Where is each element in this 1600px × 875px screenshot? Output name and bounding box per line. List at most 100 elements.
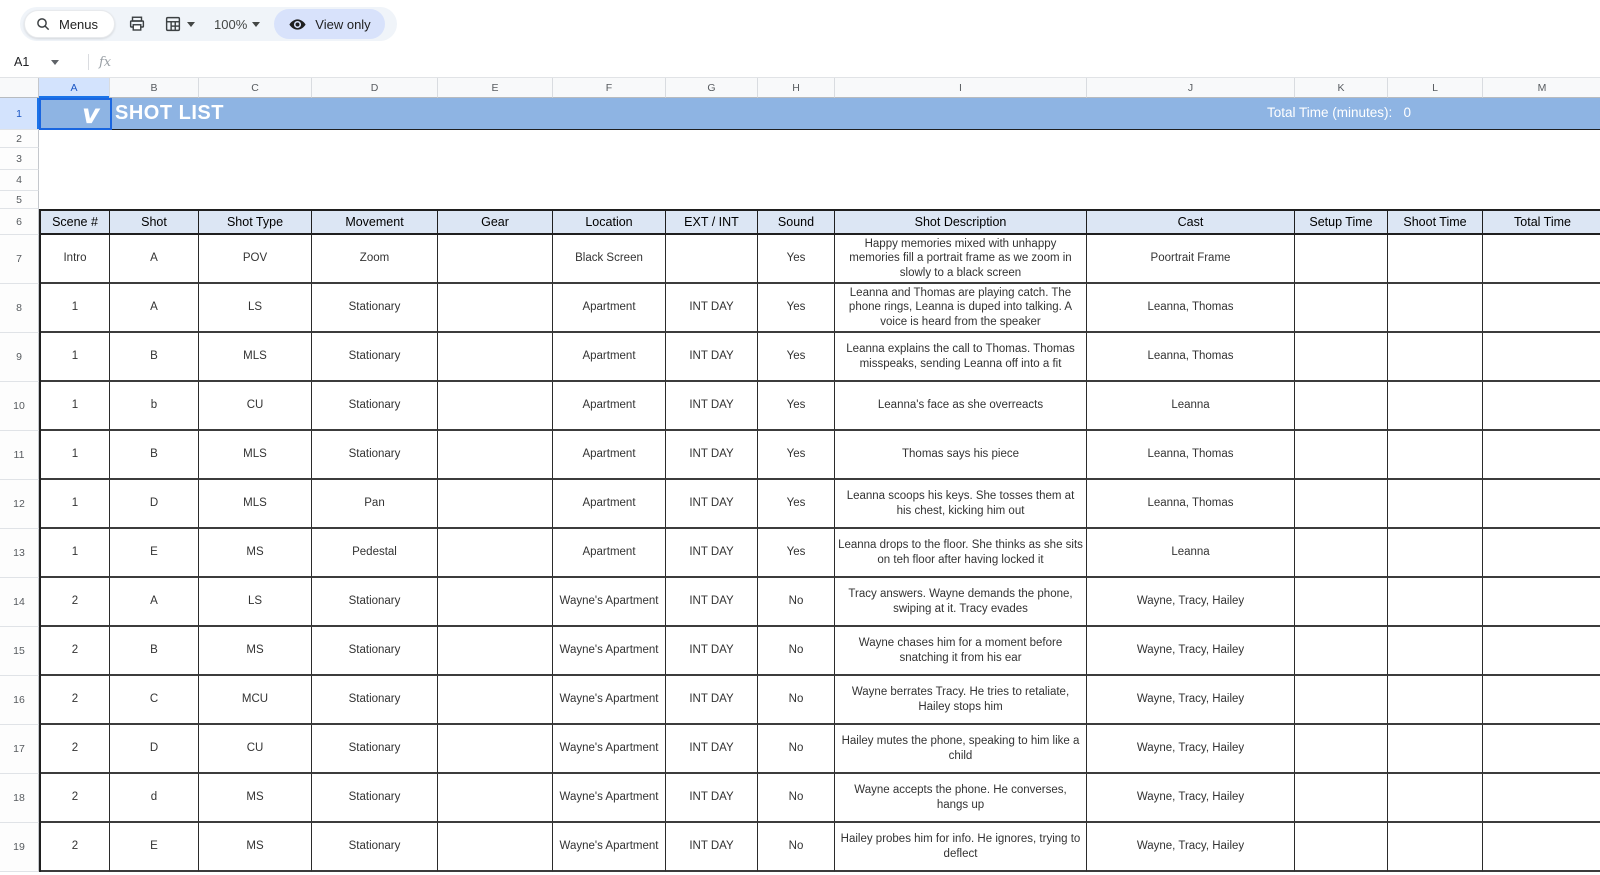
table-cell[interactable]: Apartment	[553, 284, 666, 333]
table-header-cell[interactable]: Shot Description	[835, 211, 1087, 235]
table-cell[interactable]: Yes	[758, 333, 835, 382]
table-cell[interactable]: LS	[199, 578, 312, 627]
table-cell[interactable]: INT DAY	[666, 480, 758, 529]
table-header-cell[interactable]: Cast	[1087, 211, 1295, 235]
row-header-1[interactable]: 1	[0, 98, 39, 130]
table-cell[interactable]	[1388, 627, 1483, 676]
table-cell[interactable]: Pedestal	[312, 529, 438, 578]
table-cell[interactable]: Leanna explains the call to Thomas. Thom…	[835, 333, 1087, 382]
row-header-2[interactable]: 2	[0, 130, 39, 148]
table-cell[interactable]	[1388, 235, 1483, 284]
table-cell[interactable]	[1295, 676, 1388, 725]
table-cell[interactable]: MLS	[199, 431, 312, 480]
table-cell[interactable]: Leanna's face as she overreacts	[835, 382, 1087, 431]
row-header-3[interactable]: 3	[0, 148, 39, 170]
table-cell[interactable]	[438, 284, 553, 333]
row-header-4[interactable]: 4	[0, 170, 39, 191]
table-cell[interactable]: MCU	[199, 676, 312, 725]
table-cell[interactable]	[1388, 823, 1483, 872]
table-cell[interactable]: POV	[199, 235, 312, 284]
table-cell[interactable]: Poortrait Frame	[1087, 235, 1295, 284]
row-header-5[interactable]: 5	[0, 191, 39, 209]
table-cell[interactable]: CU	[199, 382, 312, 431]
table-cell[interactable]: Leanna, Thomas	[1087, 284, 1295, 333]
table-cell[interactable]: INT DAY	[666, 529, 758, 578]
row-header-19[interactable]: 19	[0, 823, 39, 872]
table-cell[interactable]	[1483, 774, 1600, 823]
table-cell[interactable]	[1295, 431, 1388, 480]
table-cell[interactable]: No	[758, 725, 835, 774]
row-header-9[interactable]: 9	[0, 333, 39, 382]
table-cell[interactable]: Leanna and Thomas are playing catch. The…	[835, 284, 1087, 333]
table-cell[interactable]: Stationary	[312, 431, 438, 480]
column-header-M[interactable]: M	[1483, 78, 1600, 98]
menus-button[interactable]: Menus	[24, 10, 115, 38]
table-cell[interactable]: INT DAY	[666, 774, 758, 823]
table-cell[interactable]: Stationary	[312, 333, 438, 382]
table-cell[interactable]: MLS	[199, 480, 312, 529]
table-cell[interactable]: 1	[41, 382, 110, 431]
table-cell[interactable]: b	[110, 382, 199, 431]
table-cell[interactable]	[1388, 578, 1483, 627]
column-header-E[interactable]: E	[438, 78, 553, 98]
table-cell[interactable]: Wayne's Apartment	[553, 578, 666, 627]
table-cell[interactable]	[438, 676, 553, 725]
table-cell[interactable]	[438, 333, 553, 382]
table-cell[interactable]: No	[758, 627, 835, 676]
table-cell[interactable]: Hailey mutes the phone, speaking to him …	[835, 725, 1087, 774]
table-cell[interactable]: 2	[41, 774, 110, 823]
table-cell[interactable]: Wayne accepts the phone. He converses, h…	[835, 774, 1087, 823]
table-cell[interactable]: Hailey probes him for info. He ignores, …	[835, 823, 1087, 872]
table-cell[interactable]: Apartment	[553, 382, 666, 431]
table-cell[interactable]: Wayne's Apartment	[553, 676, 666, 725]
table-cell[interactable]	[1295, 627, 1388, 676]
column-header-H[interactable]: H	[758, 78, 835, 98]
table-cell[interactable]: INT DAY	[666, 333, 758, 382]
table-cell[interactable]: D	[110, 725, 199, 774]
table-cell[interactable]: LS	[199, 284, 312, 333]
column-header-B[interactable]: B	[110, 78, 199, 98]
table-cell[interactable]: INT DAY	[666, 725, 758, 774]
table-cell[interactable]: Wayne, Tracy, Hailey	[1087, 774, 1295, 823]
table-cell[interactable]	[1483, 333, 1600, 382]
table-cell[interactable]: INT DAY	[666, 284, 758, 333]
table-cell[interactable]: Wayne's Apartment	[553, 725, 666, 774]
column-header-C[interactable]: C	[199, 78, 312, 98]
table-cell[interactable]: Yes	[758, 382, 835, 431]
table-cell[interactable]: MS	[199, 823, 312, 872]
table-cell[interactable]	[1388, 676, 1483, 725]
table-cell[interactable]	[1483, 676, 1600, 725]
table-cell[interactable]: Wayne, Tracy, Hailey	[1087, 627, 1295, 676]
table-cell[interactable]: INT DAY	[666, 382, 758, 431]
table-cell[interactable]: Wayne, Tracy, Hailey	[1087, 578, 1295, 627]
table-cell[interactable]	[1295, 333, 1388, 382]
sheet-views-button[interactable]	[159, 10, 200, 38]
table-cell[interactable]: Stationary	[312, 284, 438, 333]
table-cell[interactable]: Happy memories mixed with unhappy memori…	[835, 235, 1087, 284]
row-header-6[interactable]: 6	[0, 209, 39, 235]
table-cell[interactable]: Leanna, Thomas	[1087, 480, 1295, 529]
table-cell[interactable]: Yes	[758, 235, 835, 284]
table-cell[interactable]: Wayne's Apartment	[553, 823, 666, 872]
table-cell[interactable]	[1483, 725, 1600, 774]
table-cell[interactable]	[438, 823, 553, 872]
table-header-cell[interactable]: Scene #	[41, 211, 110, 235]
column-header-I[interactable]: I	[835, 78, 1087, 98]
table-cell[interactable]: No	[758, 676, 835, 725]
table-cell[interactable]: Leanna	[1087, 382, 1295, 431]
table-cell[interactable]: Leanna drops to the floor. She thinks as…	[835, 529, 1087, 578]
table-cell[interactable]	[1388, 725, 1483, 774]
row-header-14[interactable]: 14	[0, 578, 39, 627]
table-cell[interactable]: Thomas says his piece	[835, 431, 1087, 480]
table-cell[interactable]	[438, 529, 553, 578]
table-cell[interactable]: Tracy answers. Wayne demands the phone, …	[835, 578, 1087, 627]
select-all-corner[interactable]	[0, 78, 39, 98]
table-cell[interactable]: Stationary	[312, 725, 438, 774]
table-cell[interactable]: CU	[199, 725, 312, 774]
table-cell[interactable]	[1388, 333, 1483, 382]
table-cell[interactable]	[1295, 774, 1388, 823]
table-cell[interactable]	[438, 774, 553, 823]
title-banner[interactable]: v SHOT LIST Total Time (minutes): 0	[39, 98, 1600, 130]
row-header-7[interactable]: 7	[0, 235, 39, 284]
table-cell[interactable]: Wayne chases him for a moment before sna…	[835, 627, 1087, 676]
